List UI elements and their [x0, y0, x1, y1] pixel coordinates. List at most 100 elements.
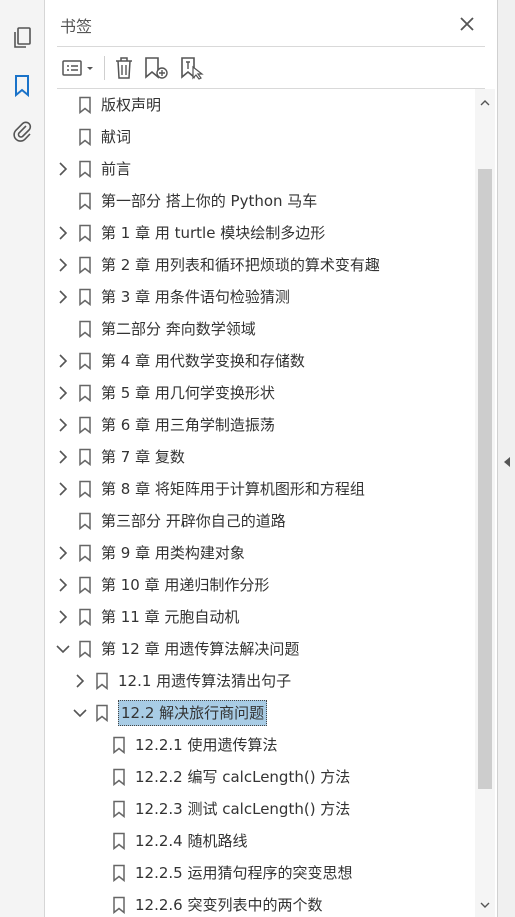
chevron-right-icon[interactable] [55, 289, 71, 305]
new-bookmark-icon[interactable] [143, 54, 169, 82]
panel-header: 书签 [45, 0, 497, 48]
bookmark-icon [78, 512, 92, 531]
bookmark-item[interactable]: 第三部分 开辟你自己的道路 [45, 505, 475, 537]
bookmark-icon [78, 128, 92, 147]
chevron-right-icon[interactable] [72, 673, 88, 689]
bookmark-from-selection-icon[interactable] [179, 54, 205, 82]
collapse-arrow-icon[interactable] [503, 453, 511, 467]
chevron-right-icon[interactable] [55, 225, 71, 241]
right-pane-splitter[interactable] [497, 0, 515, 917]
bookmarks-panel: 书签 版权声明献词前言第一部分 搭上你的 Python 马车第 1 章 用 tu… [45, 0, 497, 917]
bookmark-icon [112, 736, 126, 755]
scrollbar-thumb[interactable] [478, 169, 492, 789]
chevron-right-icon[interactable] [55, 257, 71, 273]
bookmark-label: 第 9 章 用类构建对象 [101, 544, 245, 562]
bookmark-icon [78, 288, 92, 307]
bookmark-item[interactable]: 第二部分 奔向数学领域 [45, 313, 475, 345]
bookmark-item[interactable]: 第 1 章 用 turtle 模块绘制多边形 [45, 217, 475, 249]
chevron-right-icon[interactable] [55, 353, 71, 369]
pages-icon[interactable] [8, 24, 36, 52]
bookmark-item[interactable]: 第 8 章 将矩阵用于计算机图形和方程组 [45, 473, 475, 505]
chevron-down-icon[interactable] [72, 705, 88, 721]
bookmark-label: 第 12 章 用遗传算法解决问题 [101, 640, 300, 658]
bookmark-item[interactable]: 第 2 章 用列表和循环把烦琐的算术变有趣 [45, 249, 475, 281]
bookmark-label: 12.2.5 运用猜句程序的突变思想 [135, 864, 353, 882]
bookmark-icon [78, 160, 92, 179]
delete-icon[interactable] [112, 54, 136, 82]
bookmark-icon [78, 320, 92, 339]
bookmark-icon [78, 544, 92, 563]
bookmark-label: 第三部分 开辟你自己的道路 [101, 512, 286, 530]
bookmark-icon [78, 576, 92, 595]
vertical-scrollbar[interactable] [475, 89, 495, 917]
bookmark-item[interactable]: 12.2.4 随机路线 [45, 825, 475, 857]
chevron-right-icon[interactable] [55, 161, 71, 177]
close-icon[interactable] [456, 13, 478, 35]
scroll-down-icon[interactable] [479, 899, 491, 911]
bookmark-label: 第 1 章 用 turtle 模块绘制多边形 [101, 224, 326, 242]
bookmark-label: 12.2.6 突变列表中的两个数 [135, 896, 323, 914]
bookmark-item[interactable]: 第 3 章 用条件语句检验猜测 [45, 281, 475, 313]
bookmark-item[interactable]: 12.2.6 突变列表中的两个数 [45, 889, 475, 917]
bookmark-icon [78, 640, 92, 659]
bookmark-label: 第 2 章 用列表和循环把烦琐的算术变有趣 [101, 256, 380, 274]
bookmark-icon [112, 896, 126, 915]
chevron-right-icon[interactable] [55, 385, 71, 401]
bookmark-item[interactable]: 12.2.5 运用猜句程序的突变思想 [45, 857, 475, 889]
bookmark-icon [112, 800, 126, 819]
bookmark-item[interactable]: 第 9 章 用类构建对象 [45, 537, 475, 569]
bookmark-item[interactable]: 前言 [45, 153, 475, 185]
bookmark-label: 12.2.1 使用遗传算法 [135, 736, 278, 754]
panel-title: 书签 [60, 17, 93, 36]
bookmark-label: 第 6 章 用三角学制造振荡 [101, 416, 275, 434]
bookmarks-toolbar [45, 48, 497, 88]
bookmark-label: 第一部分 搭上你的 Python 马车 [101, 192, 318, 210]
bookmark-icon [112, 832, 126, 851]
bookmark-item[interactable]: 第 11 章 元胞自动机 [45, 601, 475, 633]
left-navigation-pane [0, 0, 45, 917]
bookmark-item[interactable]: 第 10 章 用递归制作分形 [45, 569, 475, 601]
bookmark-icon [95, 704, 109, 723]
paperclip-icon[interactable] [8, 117, 36, 145]
bookmark-icon [78, 384, 92, 403]
bookmark-item[interactable]: 第 4 章 用代数学变换和存储数 [45, 345, 475, 377]
bookmark-icon [78, 352, 92, 371]
bookmark-icon [78, 256, 92, 275]
bookmark-label: 第 8 章 将矩阵用于计算机图形和方程组 [101, 480, 365, 498]
bookmark-label: 第 4 章 用代数学变换和存储数 [101, 352, 305, 370]
bookmark-item[interactable]: 版权声明 [45, 89, 475, 121]
bookmark-icon [78, 608, 92, 627]
chevron-right-icon[interactable] [55, 577, 71, 593]
chevron-right-icon[interactable] [55, 545, 71, 561]
bookmark-item[interactable]: 第 7 章 复数 [45, 441, 475, 473]
chevron-right-icon[interactable] [55, 481, 71, 497]
bookmark-item[interactable]: 第一部分 搭上你的 Python 马车 [45, 185, 475, 217]
bookmark-item[interactable]: 第 12 章 用遗传算法解决问题 [45, 633, 475, 665]
scroll-up-icon[interactable] [479, 97, 491, 109]
chevron-right-icon[interactable] [55, 417, 71, 433]
chevron-right-icon[interactable] [55, 449, 71, 465]
bookmark-item[interactable]: 第 6 章 用三角学制造振荡 [45, 409, 475, 441]
bookmark-label: 献词 [101, 128, 132, 146]
bookmark-item[interactable]: 12.2.2 编写 calcLength() 方法 [45, 761, 475, 793]
bookmark-item[interactable]: 12.2.3 测试 calcLength() 方法 [45, 793, 475, 825]
bookmark-item[interactable]: 12.2 解决旅行商问题 [45, 697, 475, 729]
bookmark-icon [95, 672, 109, 691]
bookmark-item[interactable]: 第 5 章 用几何学变换形状 [45, 377, 475, 409]
header-divider [57, 46, 485, 47]
bookmark-label: 12.2.3 测试 calcLength() 方法 [135, 800, 351, 818]
bookmark-item[interactable]: 12.2.1 使用遗传算法 [45, 729, 475, 761]
toolbar-separator [104, 56, 105, 80]
bookmark-item[interactable]: 献词 [45, 121, 475, 153]
bookmark-label: 第二部分 奔向数学领域 [101, 320, 256, 338]
chevron-right-icon[interactable] [55, 609, 71, 625]
bookmark-label: 12.2 解决旅行商问题 [118, 700, 268, 726]
bookmark-icon[interactable] [8, 72, 36, 100]
chevron-down-icon[interactable] [55, 641, 71, 657]
bookmark-label: 第 3 章 用条件语句检验猜测 [101, 288, 290, 306]
bookmark-label: 12.2.4 随机路线 [135, 832, 248, 850]
bookmark-icon [78, 224, 92, 243]
options-menu-icon[interactable] [61, 54, 97, 82]
bookmark-icon [112, 864, 126, 883]
bookmark-item[interactable]: 12.1 用遗传算法猜出句子 [45, 665, 475, 697]
